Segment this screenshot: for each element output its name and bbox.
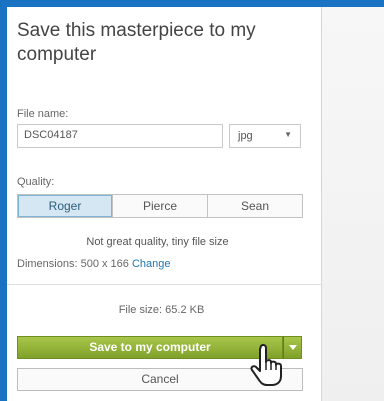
background-area	[322, 7, 384, 401]
hand-pointer-icon	[250, 343, 282, 386]
quality-segmented-control: Roger Pierce Sean	[17, 194, 303, 218]
chevron-down-icon: ▼	[284, 130, 292, 139]
extension-value: jpg	[238, 130, 253, 142]
quality-option-sean[interactable]: Sean	[207, 195, 302, 217]
save-to-computer-button[interactable]: Save to my computer	[17, 336, 283, 359]
chevron-down-icon	[289, 345, 297, 350]
quality-description: Not great quality, tiny file size	[86, 236, 229, 248]
file-size: File size: 65.2 KB	[118, 304, 205, 316]
quality-option-pierce[interactable]: Pierce	[112, 195, 207, 217]
dimensions-label: Dimensions:	[17, 258, 78, 270]
file-name-label: File name:	[17, 108, 69, 120]
divider	[7, 284, 321, 285]
file-name-input[interactable]: DSC04187	[17, 124, 223, 148]
extension-select[interactable]: jpg ▼	[229, 124, 301, 148]
dialog-title: Save this masterpiece to my computer	[17, 20, 256, 65]
dimensions-value: 500 x 166	[80, 258, 129, 270]
dimensions-row: Dimensions: 500 x 166 Change	[17, 258, 171, 270]
change-link[interactable]: Change	[132, 258, 171, 270]
quality-option-roger[interactable]: Roger	[18, 195, 112, 217]
quality-label: Quality:	[17, 176, 55, 188]
